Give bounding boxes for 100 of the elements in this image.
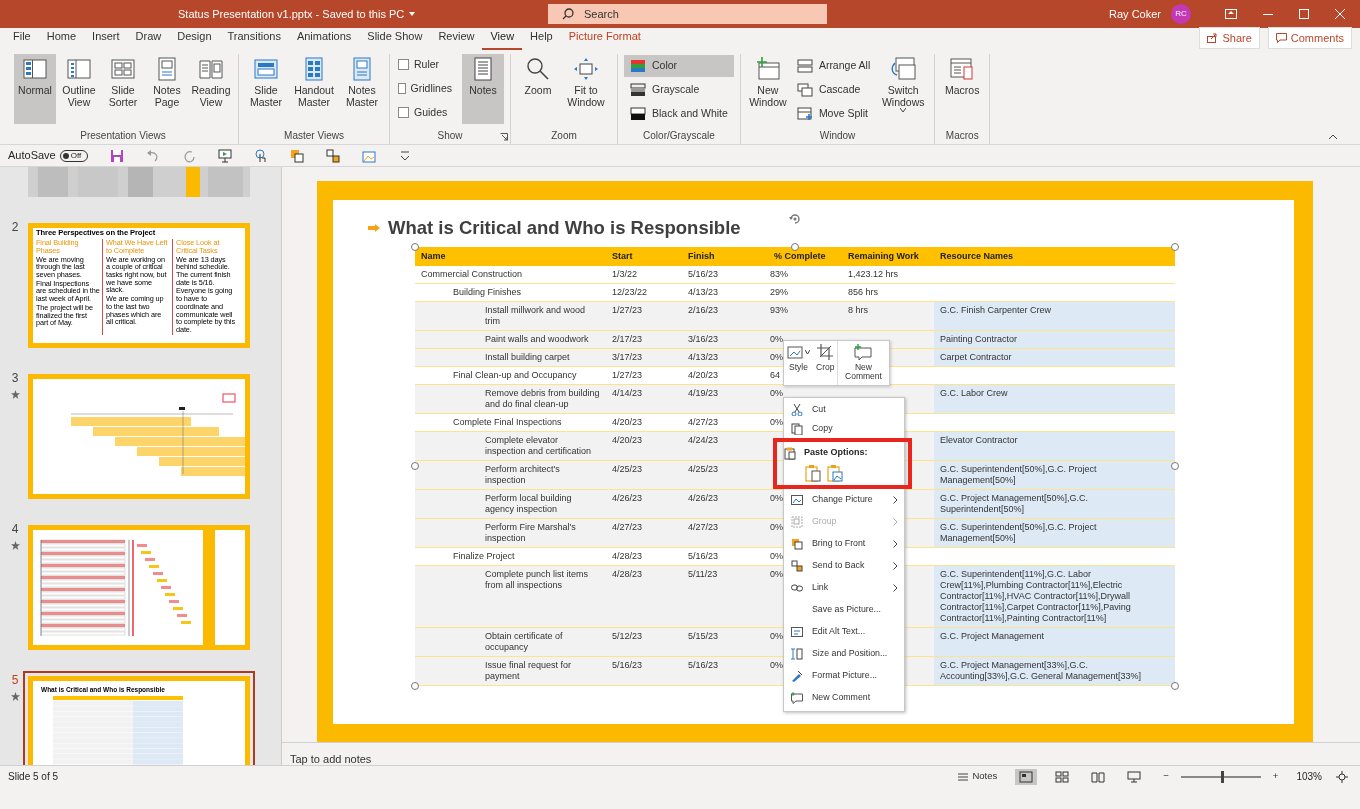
ribbon-button[interactable]: Move Split [790, 103, 877, 125]
star-icon [10, 692, 20, 701]
ribbon-button[interactable]: Reading View [190, 54, 232, 124]
ribbon-tab[interactable]: Insert [84, 27, 128, 50]
share-button[interactable]: Share [1199, 26, 1260, 49]
comments-button[interactable]: Comments [1267, 26, 1352, 49]
ribbon-button[interactable]: Notes [462, 54, 504, 124]
ribbon-tab[interactable]: Help [522, 27, 561, 50]
table-cell: 4/27/23 [682, 413, 768, 432]
size-position-icon [791, 648, 803, 660]
table-cell: 4/28/23 [606, 565, 682, 628]
presentation-icon[interactable] [217, 148, 232, 163]
checkbox[interactable]: Guides [398, 104, 452, 121]
shade-stripes-icon [630, 83, 646, 97]
macros-icon [949, 57, 976, 81]
ribbon-button[interactable]: Grayscale [624, 79, 734, 101]
table-cell: Perform architect's inspection [415, 460, 606, 490]
resize-handle[interactable] [411, 242, 419, 251]
toolbar-button[interactable]: New Comment [837, 341, 889, 385]
slide-sorter-icon [110, 57, 136, 81]
group-label: Presentation Views [79, 129, 167, 143]
maximize-icon[interactable] [1299, 9, 1309, 19]
group-label: Show [436, 129, 464, 143]
ribbon-button[interactable]: Notes Master [341, 54, 383, 124]
normal-view-icon [1019, 770, 1034, 783]
ribbon-tab[interactable]: Design [169, 27, 220, 50]
table-cell: G.C. Superintendent[50%],G.C. Project Management[50%] [934, 460, 1175, 490]
undo-icon[interactable] [145, 148, 160, 163]
send-backward-icon[interactable] [325, 148, 340, 163]
view-button[interactable] [1015, 768, 1038, 785]
bring-forward-icon[interactable] [289, 148, 304, 163]
table-cell: Perform Fire Marshal's inspection [415, 518, 606, 548]
checkbox[interactable]: Ruler [398, 57, 452, 73]
slider-thumb[interactable] [1221, 770, 1225, 783]
paste-button[interactable] [805, 464, 821, 483]
switch-windows-icon [890, 57, 917, 81]
caret-icon[interactable] [408, 11, 417, 17]
ribbon-button[interactable]: Arrange All [790, 55, 877, 77]
zoom-in-button[interactable]: + [1268, 767, 1283, 786]
notes-placeholder[interactable]: Tap to add notes [282, 742, 1360, 770]
ribbon-button[interactable]: Normal [14, 54, 56, 124]
ribbon-button[interactable]: Fit to Window [561, 54, 611, 124]
zoom-level[interactable]: 103% [1296, 769, 1322, 784]
search-icon [562, 8, 574, 20]
ribbon-button[interactable]: Black and White [624, 103, 734, 125]
table-cell: Finalize Project [415, 547, 606, 566]
ribbon-button[interactable]: Macros [941, 54, 984, 124]
ribbon-tab[interactable]: Review [430, 27, 483, 50]
ribbon-tab[interactable]: Animations [288, 27, 360, 50]
table-cell: 1/3/22 [606, 265, 682, 284]
ribbon-button[interactable]: Zoom [517, 54, 559, 124]
ribbon-tab[interactable]: Picture Format [560, 27, 649, 50]
ribbon-button[interactable]: Color [624, 55, 734, 77]
group-label: Zoom [550, 129, 578, 143]
ribbon-button[interactable]: Slide Sorter [102, 54, 144, 124]
ribbon-button[interactable]: Cascade [790, 79, 877, 101]
column-header: Name [415, 246, 606, 266]
ribbon-tab[interactable]: Draw [127, 27, 170, 50]
ribbon-button[interactable]: Switch Windows [878, 54, 929, 124]
crop-icon [817, 344, 834, 360]
ribbon-tab[interactable]: Slide Show [359, 27, 431, 50]
resize-handle[interactable] [1171, 681, 1179, 690]
format-picture-icon [791, 670, 803, 682]
move-split-icon [796, 107, 813, 121]
menu-item[interactable]: New Comment [784, 687, 904, 709]
notes-button[interactable]: Notes [953, 767, 1002, 786]
resize-handle[interactable] [1171, 242, 1179, 251]
dialog-launcher-icon[interactable] [500, 133, 508, 141]
ribbon-tab[interactable]: Transitions [219, 27, 289, 50]
ribbon-tab[interactable]: File [5, 27, 39, 50]
collapse-ribbon-icon[interactable] [1328, 134, 1338, 140]
touch-mode-icon[interactable] [253, 148, 268, 163]
ribbon-button[interactable]: Notes Page [146, 54, 188, 124]
search-field[interactable]: Search [548, 4, 827, 24]
resize-handle[interactable] [791, 242, 799, 251]
user-avatar[interactable]: RC [1171, 4, 1191, 24]
checkbox[interactable]: Gridlines [398, 80, 452, 97]
resize-handle[interactable] [1171, 462, 1179, 471]
today-marker [179, 407, 185, 410]
rotate-handle[interactable] [788, 211, 802, 226]
notes-icon [957, 771, 970, 782]
resize-handle[interactable] [411, 681, 419, 690]
table-cell: G.C. Superintendent[11%],G.C. Labor Crew[11%],Plumbing Contractor[11%],Electric Contractor[11%],HVAC Contractor[11%],Drywall Contractor[11%],Carpet Contractor[11%],Paving Contractor[11%],Painting Contractor[11%] [934, 565, 1175, 628]
book-icon [198, 57, 224, 81]
ribbon-button[interactable]: Outline View [58, 54, 100, 124]
ribbon-tab[interactable]: View [482, 27, 523, 50]
column-header: Remaining Work [842, 246, 934, 266]
ribbon-display-icon[interactable] [1225, 9, 1237, 19]
fit-slide-icon[interactable] [1336, 770, 1348, 783]
close-icon[interactable] [1335, 9, 1345, 19]
window-title: Status Presentation v1.pptx - Saved to this PC [178, 6, 405, 22]
paste-picture-button[interactable] [827, 464, 843, 483]
save-icon[interactable] [109, 148, 124, 163]
zoom-out-button[interactable]: − [1159, 767, 1173, 786]
ribbon-button[interactable]: New Window [746, 54, 789, 124]
resize-handle[interactable] [411, 462, 419, 471]
ribbon-button[interactable]: Handout Master [289, 54, 339, 124]
ribbon-tab[interactable]: Home [38, 27, 85, 50]
table-cell: Perform local building agency inspection [415, 489, 606, 519]
ribbon-button[interactable]: Slide Master [245, 54, 287, 124]
